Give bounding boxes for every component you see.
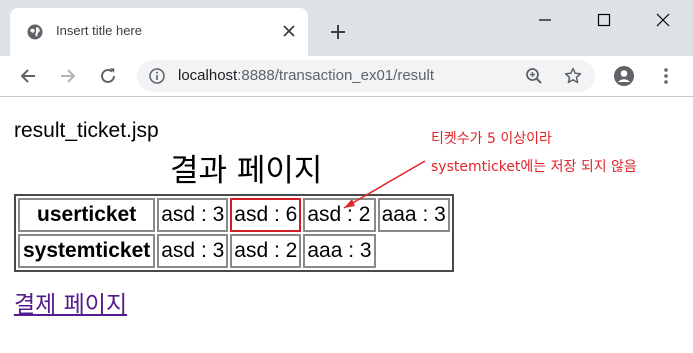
- table-cell: asd : 2: [230, 234, 302, 268]
- file-name: result_ticket.jsp: [14, 119, 159, 142]
- table-cell: aaa : 3: [303, 234, 376, 268]
- reload-icon[interactable]: [97, 65, 119, 87]
- table-row-userticket: userticket asd : 3 asd : 6 asd : 2 aaa :…: [18, 198, 450, 232]
- info-icon[interactable]: [149, 68, 165, 84]
- table-cell: aaa : 3: [377, 198, 450, 232]
- back-arrow-icon[interactable]: [17, 65, 39, 87]
- annotation-note: 티켓수가 5 이상이라 systemticket에는 저장 되지 않음: [431, 125, 637, 181]
- plus-icon[interactable]: [330, 24, 346, 40]
- ticket-table: userticket asd : 3 asd : 6 asd : 2 aaa :…: [14, 194, 454, 272]
- page-title: 결과 페이지: [170, 153, 323, 189]
- row-header-userticket: userticket: [18, 198, 156, 232]
- globe-icon: [27, 24, 43, 40]
- table-cell: asd : 2: [303, 198, 376, 232]
- annotation-line: 티켓수가 5 이상이라: [431, 131, 552, 147]
- table-cell: asd : 3: [157, 234, 229, 268]
- address-host: localhost: [178, 67, 238, 84]
- close-icon[interactable]: [282, 24, 296, 38]
- maximize-icon[interactable]: [594, 10, 614, 30]
- browser-toolbar: localhost:8888/transaction_ex01/result: [0, 56, 693, 97]
- more-vert-icon[interactable]: [655, 65, 677, 87]
- star-icon[interactable]: [564, 67, 582, 85]
- browser-tab[interactable]: Insert title here: [10, 8, 308, 56]
- payment-page-link[interactable]: 결제 페이지: [14, 285, 127, 319]
- zoom-icon[interactable]: [525, 67, 543, 85]
- profile-icon[interactable]: [613, 65, 635, 87]
- close-icon[interactable]: [653, 10, 673, 30]
- row-header-systemticket: systemticket: [18, 234, 156, 268]
- table-cell-empty: [378, 234, 450, 268]
- address-path: :8888/transaction_ex01/result: [237, 67, 434, 84]
- forward-arrow-icon[interactable]: [57, 65, 79, 87]
- tab-strip: Insert title here: [0, 0, 693, 56]
- table-cell-highlighted: asd : 6: [230, 198, 302, 232]
- address-bar[interactable]: localhost:8888/transaction_ex01/result: [137, 60, 595, 92]
- table-cell: asd : 3: [157, 198, 229, 232]
- minimize-icon[interactable]: [535, 10, 555, 30]
- address-url[interactable]: localhost:8888/transaction_ex01/result: [178, 67, 434, 84]
- annotation-line: systemticket에는 저장 되지 않음: [431, 159, 637, 175]
- table-row-systemticket: systemticket asd : 3 asd : 2 aaa : 3: [18, 234, 450, 268]
- page-content: result_ticket.jsp 결과 페이지 userticket asd …: [0, 97, 693, 353]
- tab-title: Insert title here: [56, 23, 142, 38]
